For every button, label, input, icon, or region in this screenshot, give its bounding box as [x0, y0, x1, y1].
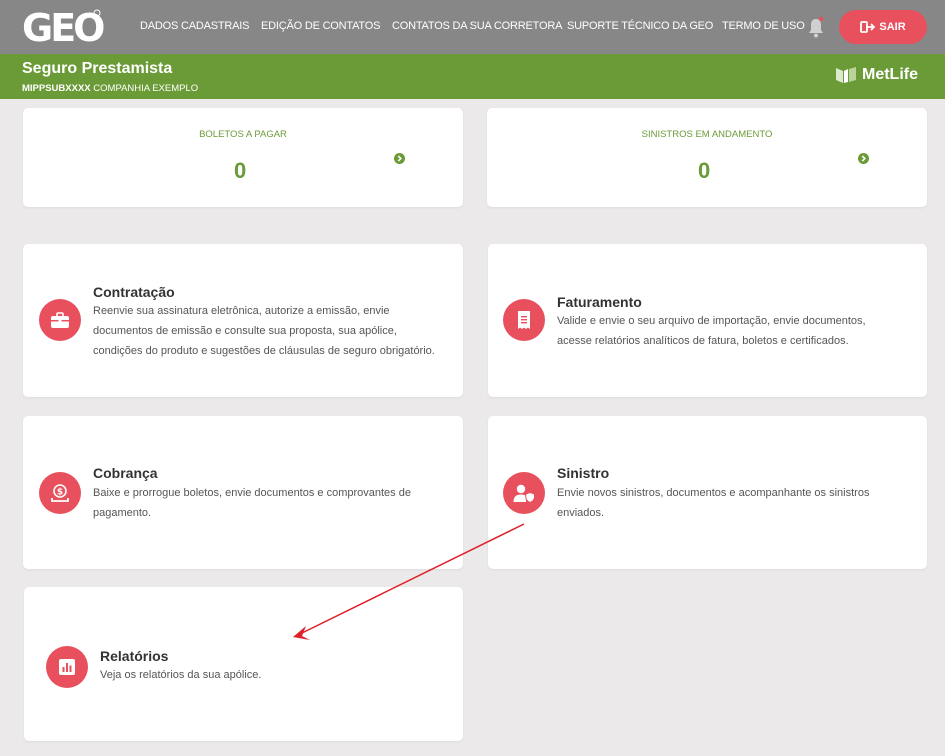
insurer-name: MetLife: [862, 66, 918, 83]
description-line: enviados.: [557, 507, 605, 519]
feature-description: Veja os relatórios da sua apólice.: [100, 665, 261, 685]
feature-title: Contratação: [93, 284, 175, 300]
money-icon: $: [39, 472, 81, 514]
chevron-right-icon[interactable]: [394, 153, 405, 164]
nav-dados-cadastrais[interactable]: DADOS CADASTRAIS: [140, 20, 249, 32]
stat-value: 0: [234, 158, 247, 183]
top-navbar: GEO DADOS CADASTRAIS EDIÇÃO DE CONTATOS …: [0, 0, 945, 54]
user-shield-icon: [503, 472, 545, 514]
feature-title: Faturamento: [557, 294, 642, 310]
geo-logo[interactable]: GEO: [20, 4, 104, 48]
nav-edicao-de-contatos[interactable]: EDIÇÃO DE CONTATOS: [261, 20, 380, 32]
stat-card-sinistros: SINISTROS EM ANDAMENTO 0: [487, 108, 927, 207]
description-line: documentos de emissão e consulte sua pro…: [93, 325, 397, 337]
description-line: Reenvie sua assinatura eletrônica, autor…: [93, 305, 390, 317]
feature-title: Sinistro: [557, 465, 610, 481]
nav-contatos-corretora[interactable]: CONTATOS DA SUA CORRETORA: [392, 20, 562, 32]
product-title: Seguro Prestamista: [22, 60, 173, 77]
feature-card-faturamento[interactable]: Faturamento Valide e envie o seu arquivo…: [488, 244, 927, 397]
bar-chart-icon: [46, 646, 88, 688]
metlife-logo-icon: [836, 67, 856, 83]
feature-description: Valide e envie o seu arquivo de importaç…: [557, 311, 866, 351]
description-line: Baixe e prorrogue boletos, envie documen…: [93, 487, 411, 499]
nav-suporte-tecnico[interactable]: SUPORTE TÉCNICO DA GEO: [567, 20, 713, 32]
logout-icon: [860, 21, 876, 33]
description-line: condições do produto e sugestões de cláu…: [93, 345, 435, 357]
description-line: Valide e envie o seu arquivo de importaç…: [557, 315, 866, 327]
insurer-logo: MetLife: [835, 66, 918, 84]
logout-button[interactable]: SAIR: [839, 10, 927, 44]
chevron-right-icon[interactable]: [858, 153, 869, 164]
feature-card-contratacao[interactable]: Contratação Reenvie sua assinatura eletr…: [23, 244, 463, 397]
bell-icon[interactable]: [807, 16, 825, 38]
briefcase-icon: [39, 299, 81, 341]
logout-label: SAIR: [879, 21, 906, 33]
svg-text:GEO: GEO: [22, 6, 104, 48]
feature-description: Envie novos sinistros, documentos e acom…: [557, 483, 869, 523]
feature-description: Baixe e prorrogue boletos, envie documen…: [93, 483, 411, 523]
feature-card-relatorios[interactable]: Relatórios Veja os relatórios da sua apó…: [24, 587, 463, 741]
company-info: MIPPSUBXXXX COMPANHIA EXEMPLO: [22, 83, 198, 94]
feature-description: Reenvie sua assinatura eletrônica, autor…: [93, 301, 435, 361]
feature-card-cobranca[interactable]: $ Cobrança Baixe e prorrogue boletos, en…: [23, 416, 463, 569]
description-line: Envie novos sinistros, documentos e acom…: [557, 487, 870, 499]
feature-title: Cobrança: [93, 465, 158, 481]
stat-label: BOLETOS A PAGAR: [199, 129, 287, 140]
feature-card-sinistro[interactable]: Sinistro Envie novos sinistros, document…: [488, 416, 927, 569]
description-line: Veja os relatórios da sua apólice.: [100, 669, 262, 681]
invoice-icon: [503, 299, 545, 341]
nav-termo-de-uso[interactable]: TERMO DE USO: [722, 20, 805, 32]
company-name: COMPANHIA EXEMPLO: [93, 83, 199, 94]
svg-text:$: $: [57, 488, 63, 498]
stat-value: 0: [698, 158, 711, 183]
product-header: Seguro Prestamista MIPPSUBXXXX COMPANHIA…: [0, 54, 945, 99]
policy-code: MIPPSUBXXXX: [22, 83, 91, 94]
description-line: pagamento.: [93, 507, 152, 519]
feature-title: Relatórios: [100, 648, 169, 664]
stat-label: SINISTROS EM ANDAMENTO: [641, 129, 773, 140]
description-line: acesse relatórios analíticos de fatura, …: [557, 335, 849, 347]
stat-card-boletos: BOLETOS A PAGAR 0: [23, 108, 463, 207]
